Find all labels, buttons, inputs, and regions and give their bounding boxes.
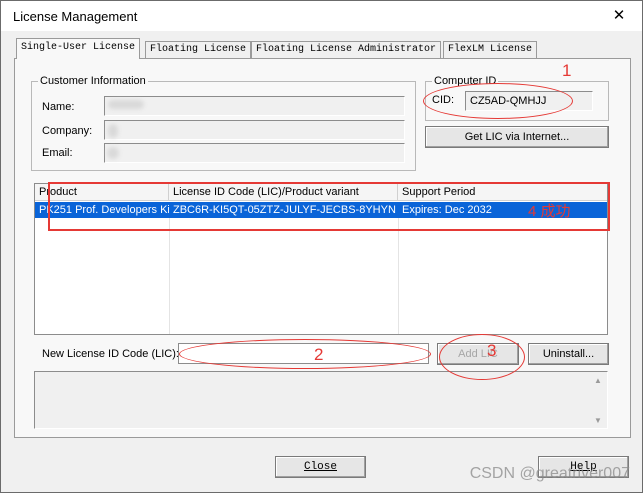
scroll-down-icon[interactable]: ▼: [594, 416, 602, 425]
annotation-ellipse-2: [179, 339, 431, 369]
name-label: Name:: [42, 101, 75, 113]
company-label: Company:: [42, 125, 93, 137]
annotation-ellipse-1: [423, 83, 573, 119]
redacted-name: [108, 100, 144, 109]
close-button[interactable]: Close: [275, 456, 366, 478]
column-divider: [398, 218, 399, 334]
annotation-number-2: 2: [314, 345, 324, 364]
message-scrollbar[interactable]: ▲ ▼: [590, 372, 607, 428]
tab-single-user-license[interactable]: Single-User License: [16, 38, 141, 59]
email-label: Email:: [42, 147, 73, 159]
annotation-ellipse-3: [439, 334, 525, 380]
annotation-box-4: [48, 182, 610, 231]
name-field[interactable]: [104, 96, 405, 116]
email-field[interactable]: [104, 143, 405, 163]
annotation-number-1: 1: [562, 61, 572, 80]
redacted-email: [107, 147, 119, 159]
redacted-company: [108, 124, 118, 138]
customer-information-title: Customer Information: [38, 75, 148, 87]
column-divider: [169, 218, 170, 334]
uninstall-button[interactable]: Uninstall...: [528, 343, 609, 365]
company-field[interactable]: [104, 120, 405, 140]
new-lic-label: New License ID Code (LIC):: [42, 348, 179, 360]
get-lic-via-internet-button[interactable]: Get LIC via Internet...: [425, 126, 609, 148]
tab-floating-license-administrator[interactable]: Floating License Administrator: [251, 41, 442, 58]
watermark: CSDN @greatriver007: [469, 465, 630, 482]
scroll-up-icon[interactable]: ▲: [594, 376, 602, 385]
annotation-number-3: 3: [487, 341, 497, 360]
tab-flexlm-license[interactable]: FlexLM License: [443, 41, 538, 58]
license-management-window: License Management ✕ Single-User License…: [0, 0, 643, 493]
close-icon[interactable]: ✕: [596, 1, 642, 31]
title-bar: License Management ✕: [1, 1, 642, 31]
message-box[interactable]: ▲ ▼: [34, 371, 608, 429]
window-title: License Management: [13, 9, 138, 24]
annotation-number-4: 4 成功: [528, 203, 571, 220]
tab-floating-license[interactable]: Floating License: [145, 41, 252, 58]
